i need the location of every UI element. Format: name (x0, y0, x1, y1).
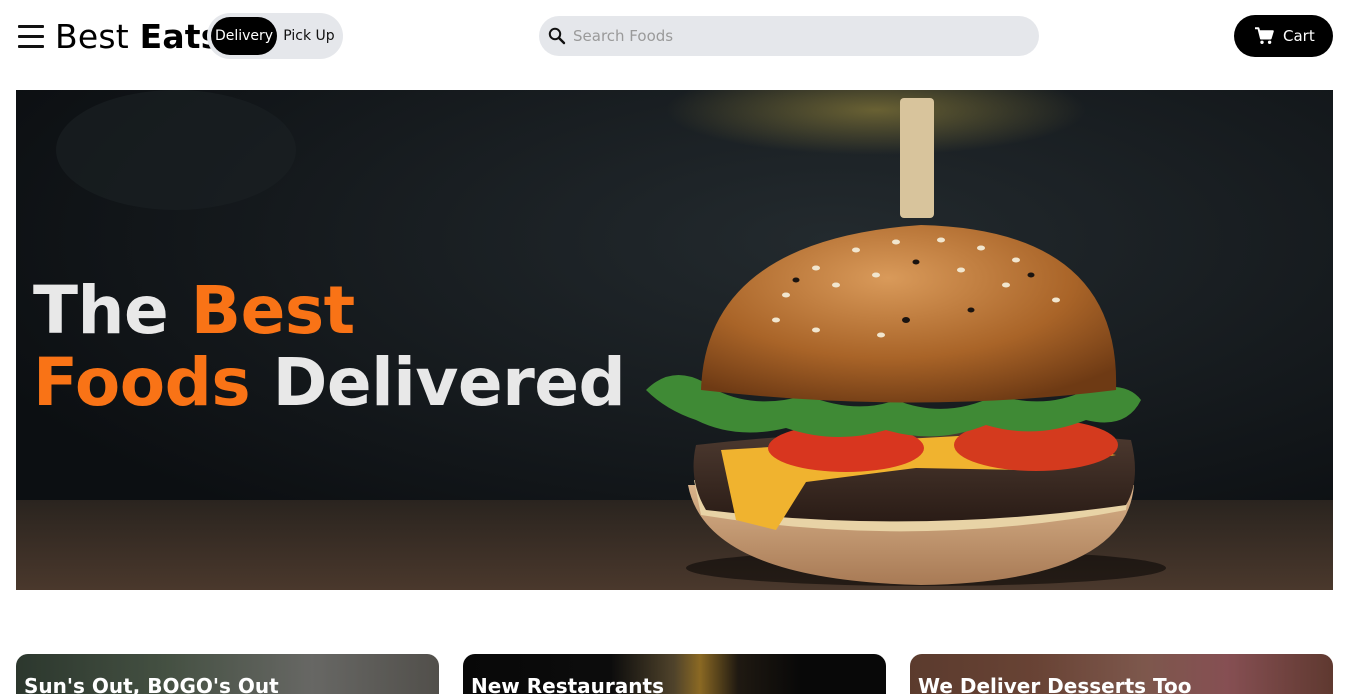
promo-card-new-restaurants[interactable]: New Restaurants (463, 654, 886, 694)
promo-card-title: Sun's Out, BOGO's Out (24, 674, 279, 694)
search-icon (548, 27, 566, 45)
search-input[interactable] (573, 16, 1023, 56)
promo-card-title: We Deliver Desserts Too (918, 674, 1192, 694)
promo-card-title: New Restaurants (471, 674, 664, 694)
hero-headline: The Best Foods Delivered (33, 272, 626, 421)
hero-word-the: The (33, 272, 169, 349)
promo-card-bogo[interactable]: Sun's Out, BOGO's Out (16, 654, 439, 694)
cart-button[interactable]: Cart (1234, 15, 1333, 57)
delivery-toggle-option[interactable]: Delivery (211, 17, 277, 55)
brand-logo[interactable]: Best Eats (55, 17, 221, 57)
cart-label: Cart (1283, 27, 1315, 45)
delivery-pickup-toggle: Delivery Pick Up (207, 13, 343, 59)
promo-card-desserts[interactable]: We Deliver Desserts Too (910, 654, 1333, 694)
cart-icon (1255, 27, 1274, 44)
hero-word-delivered: Delivered (272, 344, 626, 421)
search-bar (539, 16, 1039, 56)
hero-word-best: Best (190, 272, 355, 349)
hero-word-foods: Foods (33, 344, 251, 421)
hamburger-menu-icon[interactable] (18, 24, 44, 48)
hero-banner: The Best Foods Delivered (16, 90, 1333, 590)
brand-name-first: Best (55, 17, 129, 56)
top-header: Best Eats Delivery Pick Up Cart (0, 0, 1349, 76)
pickup-toggle-option[interactable]: Pick Up (279, 17, 339, 55)
